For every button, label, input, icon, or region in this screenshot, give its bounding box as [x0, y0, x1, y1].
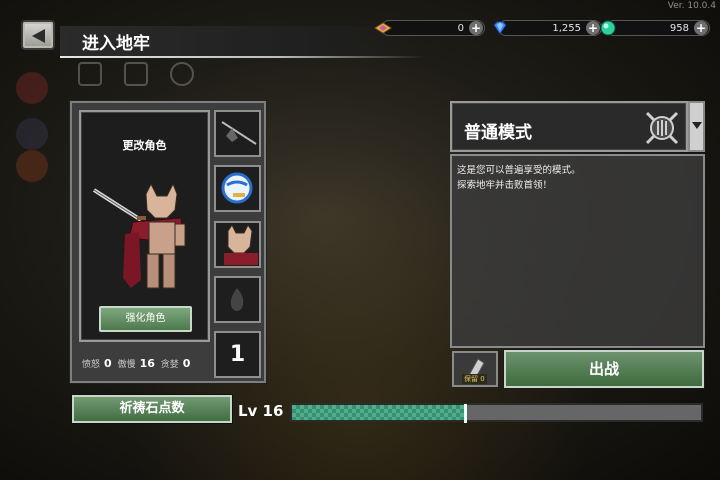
upgrade-character-button[interactable]: 强化角色: [99, 306, 192, 332]
mode-description: 这是您可以普遍享受的模式。 探索地牢并击败首领！: [450, 154, 705, 348]
sword-icon: [221, 121, 257, 145]
add-orb-button[interactable]: +: [694, 21, 708, 35]
character-stats: 愤怒 0 傲慢 16 贪婪 0: [82, 357, 193, 370]
slot-count-value: 1: [229, 342, 246, 367]
xp-bar-fill: [292, 405, 466, 420]
background-side-icon: [16, 72, 48, 104]
currency-orb-value: 958: [669, 23, 689, 34]
green-orb-icon: [600, 20, 616, 36]
mode-description-line: 探索地牢并击败首领！: [457, 180, 553, 191]
mode-panel: 普通模式 这是您可以普遍享受的模式。 探索地牢并击败首领！: [450, 101, 705, 351]
stat-value: 0: [104, 357, 112, 370]
prayer-stone-button[interactable]: 祈祷石点数: [72, 395, 232, 423]
gold-gem-icon: [374, 22, 392, 34]
stat-value: 0: [182, 357, 191, 370]
hero-sprite: [92, 182, 186, 289]
stat-label: 愤怒: [82, 360, 101, 370]
stat-label: 傲慢: [117, 360, 136, 370]
xp-bar: [290, 403, 703, 423]
stat-value: 16: [139, 357, 155, 370]
keep-item-button[interactable]: 保留 0: [452, 351, 498, 387]
mode-dropdown-button[interactable]: [688, 101, 705, 152]
mode-description-line: 这是您可以普遍享受的模式。: [457, 165, 581, 176]
currency-diamond: 1,255 +: [493, 20, 602, 36]
currency-gold: 0 +: [374, 20, 485, 36]
currency-orb: 958 +: [600, 20, 710, 36]
xp-bar-marker: [463, 404, 467, 423]
background-side-icon: [16, 150, 48, 182]
currency-gold-value: 0: [457, 23, 464, 34]
start-battle-button[interactable]: 出战: [504, 350, 704, 388]
orb-charm-icon: [221, 172, 253, 204]
add-diamond-button[interactable]: +: [586, 21, 600, 35]
version-label: Ver. 10.0.4: [667, 1, 716, 11]
mode-title: 普通模式: [464, 123, 532, 143]
back-button[interactable]: [21, 20, 55, 50]
stat-label: 贪婪: [160, 360, 179, 370]
weapon-slot[interactable]: [214, 110, 261, 157]
hero-portrait-icon: [224, 224, 258, 265]
level-label: Lv 16: [238, 402, 284, 420]
skin-slot[interactable]: [214, 221, 261, 268]
character-panel: 更改角色 强化角色 1 愤怒 0 傲慢 16 贪婪 0: [70, 101, 266, 383]
mode-selector[interactable]: 普通模式: [450, 101, 688, 152]
page-title: 进入地牢: [82, 34, 150, 54]
title-underline: [60, 56, 425, 58]
background-side-icon: [16, 118, 48, 150]
shield-swords-icon: [645, 111, 679, 145]
add-gold-button[interactable]: +: [469, 21, 483, 35]
currency-diamond-value: 1,255: [552, 23, 581, 34]
keep-item-label: 保留 0: [462, 374, 487, 384]
count-slot: 1: [214, 331, 261, 378]
change-character-label: 更改角色: [122, 139, 167, 152]
title-bar: 进入地牢: [60, 26, 425, 58]
blue-diamond-icon: [493, 21, 507, 35]
character-preview[interactable]: 更改角色 强化角色: [79, 110, 210, 342]
flame-placeholder-icon: [230, 288, 244, 311]
accessory-slot[interactable]: [214, 165, 261, 212]
empty-slot[interactable]: [214, 276, 261, 323]
